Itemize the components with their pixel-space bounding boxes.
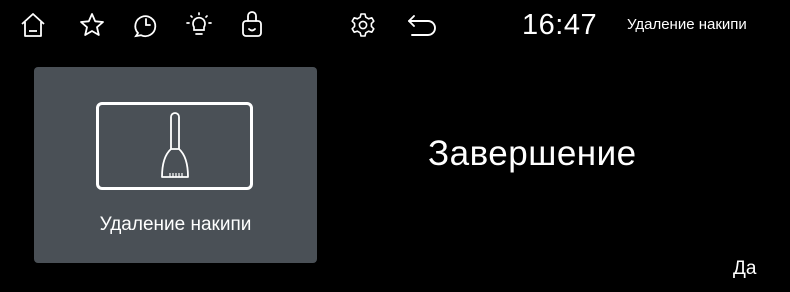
home-icon[interactable] [18,10,48,40]
brush-icon-frame [96,102,253,190]
gift-icon[interactable] [237,10,267,40]
card-label: Удаление накипи [99,214,252,235]
gear-icon[interactable] [348,10,378,40]
bulb-icon[interactable] [184,10,214,40]
descaling-program-card[interactable]: Удаление накипи [34,67,317,263]
confirm-button[interactable]: Да [733,257,756,281]
clock-icon[interactable] [131,10,161,40]
top-bar: 16:47 Удаление накипи [0,0,790,54]
screen-title: Удаление накипи [627,16,747,33]
back-arrow-icon[interactable] [404,10,440,40]
status-text: Завершение [428,134,637,173]
star-icon[interactable] [77,10,107,40]
clock-time: 16:47 [522,9,598,41]
brush-icon [160,112,189,178]
